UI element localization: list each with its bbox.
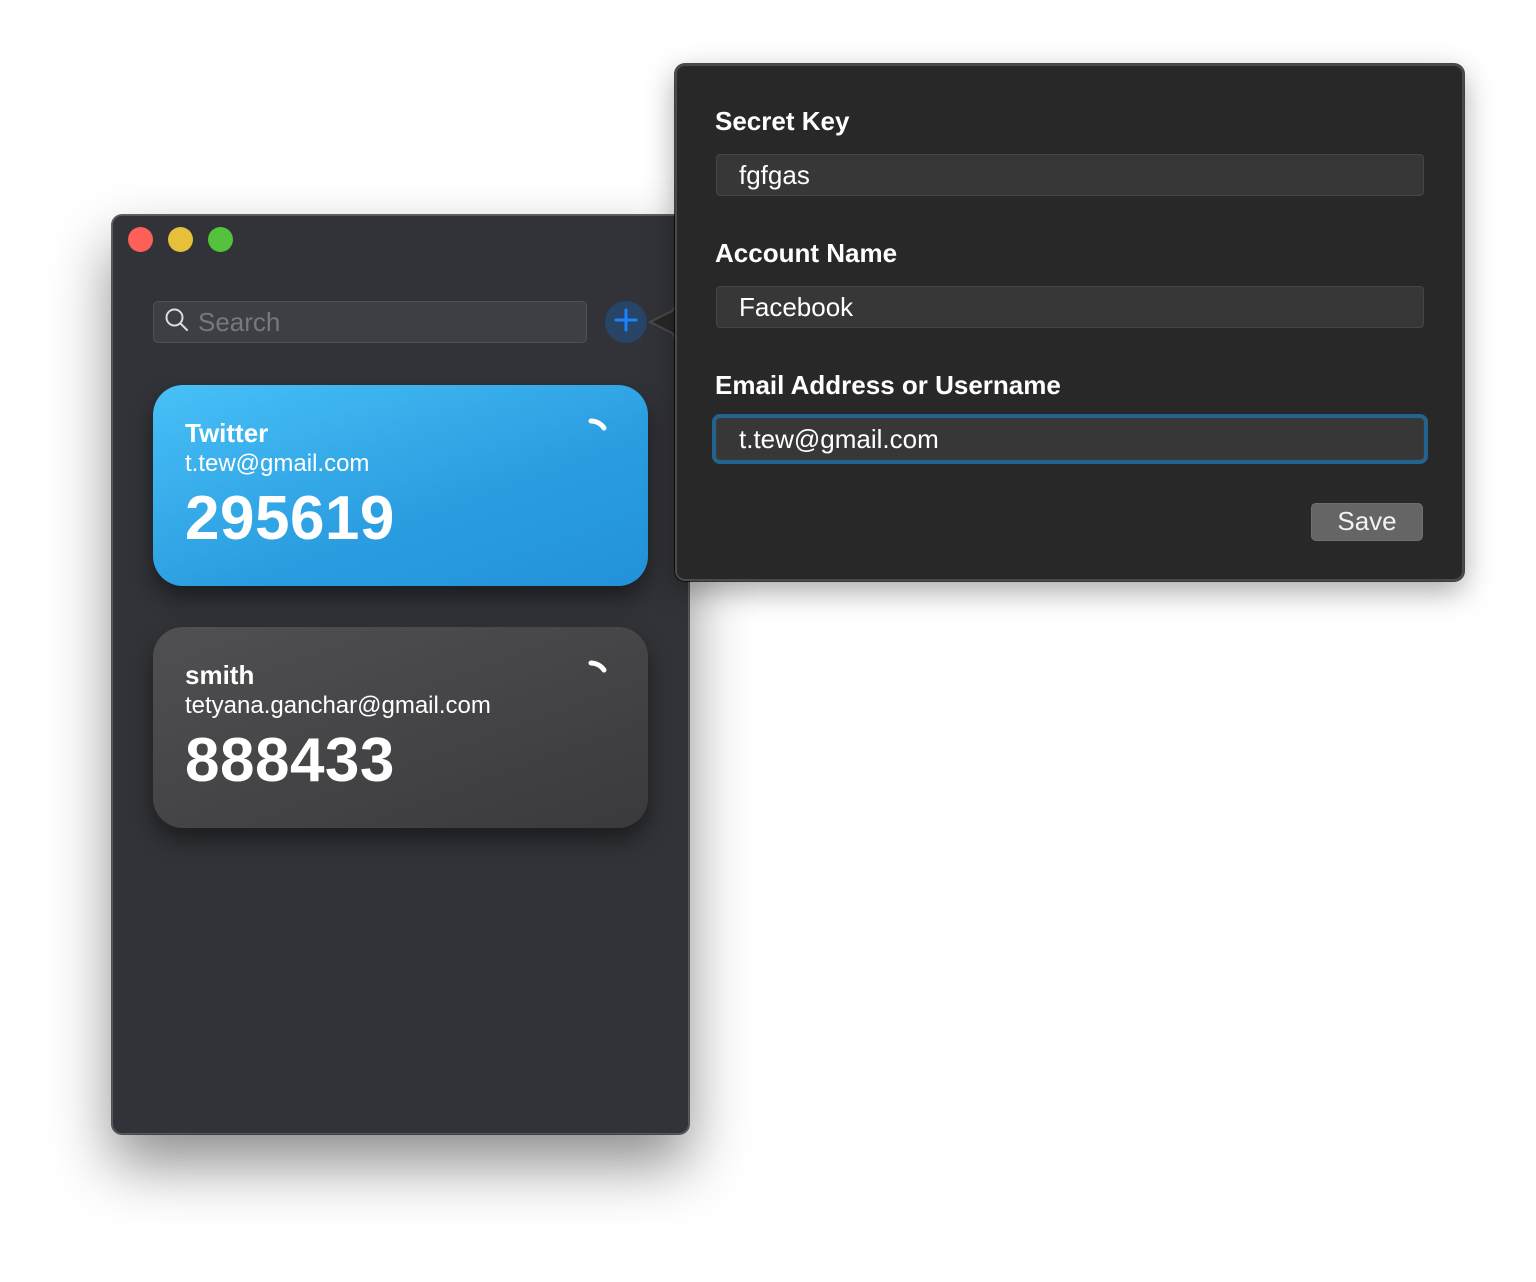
account-email: tetyana.ganchar@gmail.com [185,692,491,719]
secret-key-input[interactable] [716,154,1424,196]
search-input[interactable] [198,306,578,338]
account-name-input[interactable] [716,286,1424,328]
window-controls [128,227,233,252]
email-username-input[interactable] [716,418,1424,460]
search-field[interactable] [153,301,587,343]
search-icon [164,307,190,338]
close-window-button[interactable] [128,227,153,252]
add-account-popover: Secret Key Account Name Email Address or… [675,64,1464,581]
otp-code: 888433 [185,726,395,795]
minimize-window-button[interactable] [168,227,193,252]
otp-code: 295619 [185,484,395,553]
account-name: Twitter [185,418,269,448]
secret-key-label: Secret Key [715,106,850,136]
account-name: smith [185,660,255,690]
maximize-window-button[interactable] [208,227,233,252]
add-account-button[interactable] [605,301,647,343]
save-button[interactable]: Save [1311,503,1423,541]
account-email: t.tew@gmail.com [185,450,370,477]
account-name-label: Account Name [715,238,898,268]
countdown-timer-icon [586,417,616,447]
email-username-label: Email Address or Username [715,370,1061,400]
plus-icon [614,308,638,337]
countdown-timer-icon [586,659,616,689]
main-window: Twitter t.tew@gmail.com 295619 smith tet… [112,215,689,1134]
account-card[interactable]: Twitter t.tew@gmail.com 295619 [153,385,648,586]
account-card[interactable]: smith tetyana.ganchar@gmail.com 888433 [153,627,648,828]
